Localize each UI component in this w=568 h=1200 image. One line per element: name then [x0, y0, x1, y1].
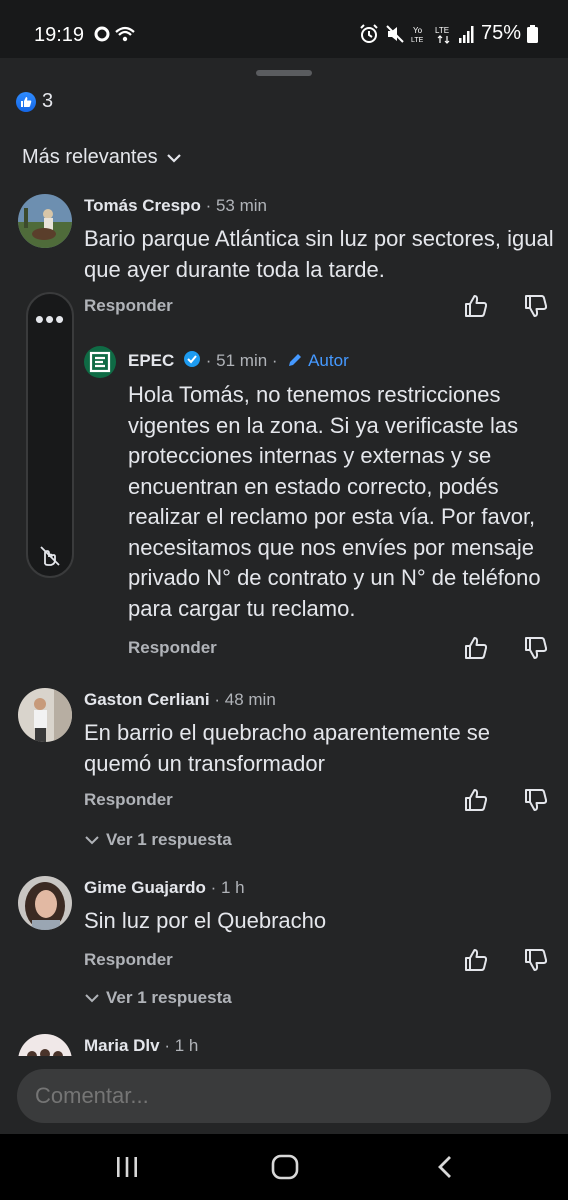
- battery-icon: [527, 24, 538, 43]
- view-replies-button[interactable]: Ver 1 respuesta: [84, 830, 232, 850]
- volte-icon: Yo LTE: [411, 26, 424, 44]
- thumbs-down-icon[interactable]: [522, 946, 550, 974]
- status-time: 19:19: [34, 24, 85, 46]
- comment-input[interactable]: [17, 1069, 551, 1123]
- reply-header: EPEC · 51 min · Autor: [128, 350, 349, 371]
- alarm-icon: [360, 23, 378, 43]
- reply-author[interactable]: EPEC: [128, 351, 174, 370]
- pointer-off-icon[interactable]: [38, 544, 62, 568]
- reply-time: · 51 min ·: [205, 351, 278, 370]
- home-icon[interactable]: [271, 1154, 299, 1180]
- thumbs-up-icon[interactable]: [462, 634, 490, 662]
- comment-author[interactable]: Maria Dlv: [84, 1036, 160, 1055]
- thumbs-down-icon[interactable]: [522, 292, 550, 320]
- comment-header: Gaston Cerliani · 48 min: [84, 690, 276, 710]
- thumbs-up-icon[interactable]: [462, 946, 490, 974]
- wifi-icon: [115, 26, 135, 42]
- mute-icon: [386, 24, 404, 43]
- view-replies-button[interactable]: Ver 1 respuesta: [84, 988, 232, 1008]
- reply-button[interactable]: Responder: [84, 296, 173, 316]
- verified-badge-icon: [184, 351, 201, 367]
- comment-item: Gaston Cerliani · 48 min En barrio el qu…: [0, 684, 568, 854]
- epec-logo-avatar[interactable]: [84, 346, 116, 378]
- avatar[interactable]: [18, 876, 72, 930]
- comment-author[interactable]: Gime Guajardo: [84, 878, 206, 897]
- sort-label: Más relevantes: [22, 146, 158, 168]
- drag-handle[interactable]: [256, 70, 312, 76]
- reply-item: EPEC · 51 min · Autor Hola Tomás, no ten…: [0, 340, 568, 670]
- lte-icon: LTE: [435, 26, 450, 44]
- comment-header: Gime Guajardo · 1 h: [84, 878, 245, 898]
- comment-actions: Responder: [84, 786, 554, 816]
- status-bar: 19:19 Yo LTE LTE 75%: [0, 0, 568, 58]
- sort-dropdown[interactable]: Más relevantes: [22, 146, 182, 169]
- reply-text: Hola Tomás, no tenemos restricciones vig…: [128, 382, 541, 621]
- battery-percent: 75%: [480, 22, 521, 44]
- comment-item: Gime Guajardo · 1 h Sin luz por el Quebr…: [0, 874, 568, 1034]
- comment-text: En barrio el quebracho aparentemente se …: [84, 720, 491, 776]
- view-replies-label: Ver 1 respuesta: [106, 830, 232, 849]
- comment-composer: [0, 1056, 568, 1132]
- chevron-down-icon: [85, 836, 99, 845]
- comment-time: · 1 h: [164, 1036, 199, 1055]
- thumbs-down-icon[interactable]: [522, 786, 550, 814]
- avatar[interactable]: [18, 194, 72, 248]
- comment-item: Tomás Crespo · 53 min Bario parque Atlán…: [0, 190, 568, 340]
- comment-header: Maria Dlv · 1 h: [84, 1036, 198, 1056]
- comment-actions: Responder: [84, 292, 554, 322]
- reaction-summary[interactable]: 3: [16, 90, 53, 113]
- reply-button[interactable]: Responder: [128, 638, 217, 658]
- comment-author[interactable]: Gaston Cerliani: [84, 690, 210, 709]
- chevron-down-icon: [166, 153, 181, 163]
- pencil-icon: [289, 354, 302, 366]
- comment-text: Sin luz por el Quebracho: [84, 908, 327, 933]
- comment-actions: Responder: [84, 946, 554, 976]
- back-icon[interactable]: [434, 1154, 456, 1180]
- comments-sheet: 3 Más relevantes Tomás Crespo · 53 min B…: [0, 58, 568, 1134]
- comment-author[interactable]: Tomás Crespo: [84, 196, 201, 215]
- svg-text:Yo: Yo: [413, 26, 423, 35]
- more-options-icon[interactable]: •••: [28, 304, 72, 335]
- system-nav-bar: [0, 1134, 568, 1200]
- status-left-icons: [94, 24, 138, 46]
- svg-text:LTE: LTE: [411, 37, 424, 44]
- comment-time: · 48 min: [214, 690, 276, 709]
- author-tag: Autor: [308, 351, 349, 370]
- status-right-icons: Yo LTE LTE 75%: [359, 22, 538, 45]
- svg-text:LTE: LTE: [435, 26, 449, 35]
- thumbs-down-icon[interactable]: [522, 634, 550, 662]
- thumbs-up-icon[interactable]: [462, 292, 490, 320]
- comment-time: · 1 h: [210, 878, 245, 897]
- reaction-count: 3: [42, 90, 54, 112]
- reply-actions: Responder: [128, 634, 554, 664]
- comment-header: Tomás Crespo · 53 min: [84, 196, 267, 216]
- comment-time: · 53 min: [205, 196, 267, 215]
- floating-overlay-panel[interactable]: •••: [26, 292, 74, 578]
- view-replies-label: Ver 1 respuesta: [106, 988, 232, 1007]
- avatar[interactable]: [18, 688, 72, 742]
- epec-logo-icon: [89, 351, 111, 373]
- recents-icon[interactable]: [114, 1154, 140, 1180]
- reply-button[interactable]: Responder: [84, 950, 173, 970]
- o-icon: [94, 26, 135, 42]
- like-icon: [16, 91, 36, 112]
- signal-icon: [458, 25, 474, 43]
- reply-button[interactable]: Responder: [84, 790, 173, 810]
- chevron-down-icon: [85, 994, 99, 1003]
- thumbs-up-icon[interactable]: [462, 786, 490, 814]
- comment-text: Bario parque Atlántica sin luz por secto…: [84, 226, 554, 282]
